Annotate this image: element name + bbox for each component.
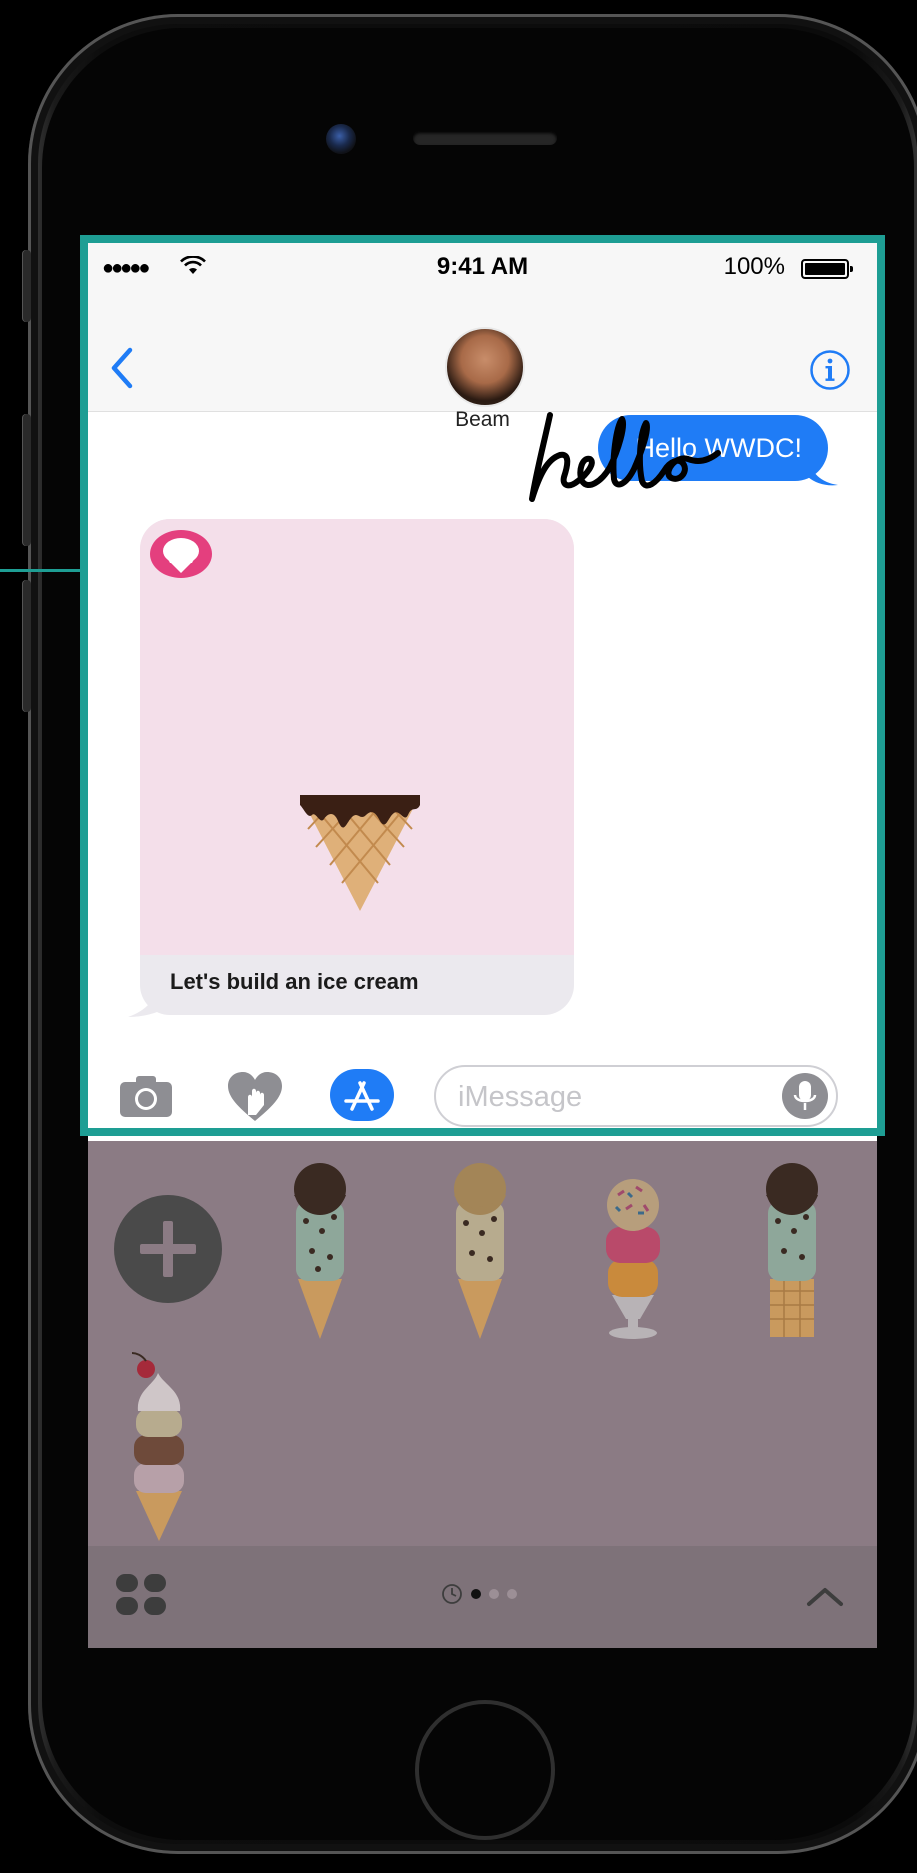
sticker-mint-chip-chocolate-cone[interactable]	[288, 1161, 352, 1341]
mute-switch	[22, 250, 31, 322]
conversation-header: Beam	[88, 283, 877, 431]
waffle-cone-icon	[300, 795, 420, 911]
app-store-button[interactable]	[330, 1069, 394, 1121]
sticker-cherry-triple-scoop-cone[interactable]	[124, 1351, 194, 1541]
dictation-button[interactable]	[782, 1073, 828, 1119]
card-image	[140, 519, 574, 955]
home-button[interactable]	[415, 1700, 555, 1840]
earpiece-speaker	[413, 131, 557, 145]
handwriting-hello	[529, 412, 721, 502]
chevron-up-icon[interactable]	[805, 1584, 845, 1608]
sticker-vanilla-chip-cone[interactable]	[448, 1161, 512, 1341]
sticker-drawer	[88, 1141, 877, 1648]
battery-percent: 100%	[723, 253, 785, 280]
digital-touch-heart-icon[interactable]	[226, 1071, 284, 1123]
microphone-icon	[793, 1081, 817, 1110]
contact-avatar[interactable]	[445, 327, 525, 407]
messages-screen: ●●●●● 9:41 AM 100% Beam Hello WWDC! Let'…	[88, 243, 877, 1648]
page-indicator[interactable]	[440, 1582, 530, 1606]
volume-down-button	[22, 580, 31, 712]
card-caption: Let's build an ice cream	[170, 969, 419, 994]
ice-cream-app-badge-icon	[150, 530, 212, 578]
front-camera	[326, 124, 356, 154]
volume-up-button	[22, 414, 31, 546]
imessage-app-card[interactable]: Let's build an ice cream	[140, 519, 574, 1015]
battery-icon	[801, 259, 853, 279]
sticker-sprinkle-sundae[interactable]	[598, 1165, 668, 1341]
camera-icon[interactable]	[118, 1073, 174, 1119]
imessage-input[interactable]: iMessage	[434, 1065, 838, 1127]
app-grid-icon[interactable]	[116, 1574, 168, 1616]
drawer-footer	[88, 1546, 877, 1648]
app-store-icon	[344, 1081, 380, 1111]
compose-bar: iMessage	[88, 1057, 877, 1137]
annotation-line	[0, 569, 80, 572]
info-icon[interactable]	[809, 349, 851, 391]
sent-bubble-tail	[808, 457, 838, 486]
status-bar: ●●●●● 9:41 AM 100%	[88, 243, 877, 283]
received-bubble-tail	[128, 983, 168, 1017]
input-placeholder: iMessage	[458, 1081, 583, 1113]
back-chevron-icon[interactable]	[108, 347, 136, 389]
sticker-mint-chip-waffle-cone[interactable]	[760, 1161, 824, 1341]
add-sticker-plus-icon[interactable]	[114, 1195, 222, 1303]
